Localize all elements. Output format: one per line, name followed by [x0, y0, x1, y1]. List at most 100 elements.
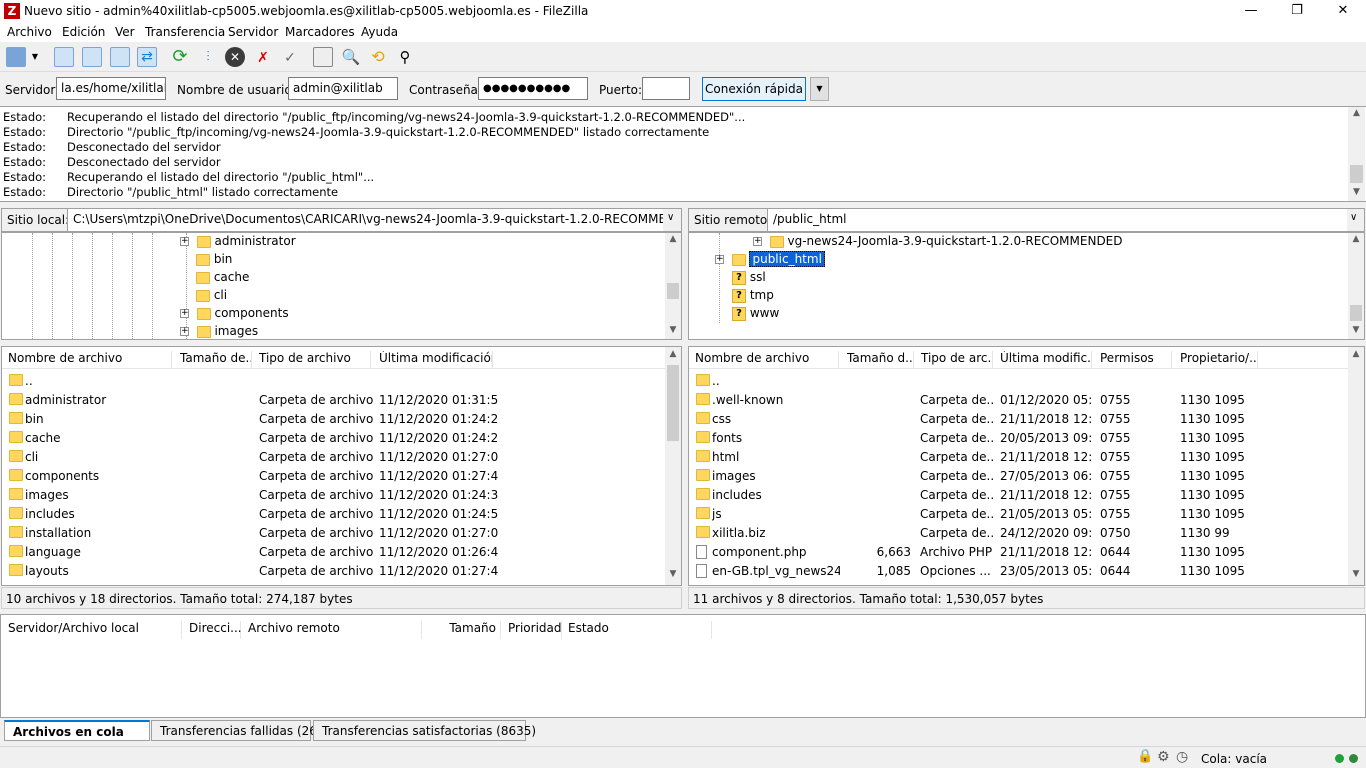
expand-icon[interactable]: + [180, 327, 189, 336]
local-tree-scrollbar[interactable]: ▲ ▼ [665, 233, 681, 339]
file-row[interactable]: xilitla.biz Carpeta de... 24/12/2020 09:..… [689, 523, 1364, 542]
local-list-scrollbar[interactable]: ▲ ▼ [665, 347, 681, 585]
expand-icon[interactable]: + [715, 255, 724, 264]
refresh-icon[interactable]: ⟳ [170, 47, 190, 67]
site-manager-dropdown-icon[interactable]: ▼ [28, 47, 42, 67]
file-row[interactable]: cli Carpeta de archivos 11/12/2020 01:27:0… [2, 447, 681, 466]
remote-list-scrollbar[interactable]: ▲ ▼ [1348, 347, 1364, 585]
file-row[interactable]: components Carpeta de archivos 11/12/2020 … [2, 466, 681, 485]
tree-item[interactable]: bin [196, 252, 232, 270]
menu-servidor[interactable]: Servidor [228, 25, 278, 39]
port-input[interactable] [642, 77, 690, 100]
close-button[interactable]: ✕ [1320, 0, 1366, 23]
menu-marcadores[interactable]: Marcadores [285, 25, 355, 39]
file-row[interactable]: css Carpeta de... 21/11/2018 12:... 0755 113… [689, 409, 1364, 428]
file-row[interactable]: en-GB.tpl_vg_news24.... 1,085 Opciones ...… [689, 561, 1364, 580]
toggle-remote-tree-icon[interactable] [110, 47, 130, 67]
speed-limit-icon[interactable]: ◷ [1176, 750, 1188, 764]
tree-item[interactable]: ? www [732, 306, 779, 324]
tree-item[interactable]: cli [196, 288, 227, 306]
tab-successful-transfers[interactable]: Transferencias satisfactorias (8635) [313, 720, 536, 741]
tree-item[interactable]: + administrator [180, 234, 296, 252]
search-remote-icon[interactable]: ⚲ [395, 47, 415, 67]
maximize-button[interactable]: ❐ [1274, 0, 1320, 23]
tree-item[interactable]: + vg-news24-Joomla-3.9-quickstart-1.2.0-… [753, 234, 1123, 252]
remote-tree-scrollbar[interactable]: ▲ ▼ [1348, 233, 1364, 339]
col-type[interactable]: Tipo de archivo [253, 351, 371, 369]
file-row[interactable]: .. [689, 371, 1364, 390]
tree-item[interactable]: + images [180, 324, 258, 339]
col-modified[interactable]: Última modificación [373, 351, 493, 369]
col-direction[interactable]: Direcci... [183, 621, 242, 639]
file-row[interactable]: installation Carpeta de archivos 11/12/202… [2, 523, 681, 542]
local-path-input[interactable]: C:\Users\mtzpi\OneDrive\Documentos\CARIC… [67, 209, 663, 231]
file-row[interactable]: html Carpeta de... 21/11/2018 12:... 0755 11… [689, 447, 1364, 466]
password-input[interactable]: ●●●●●●●●●● [478, 77, 588, 100]
tab-queued-files[interactable]: Archivos en cola [4, 720, 150, 741]
server-input[interactable]: la.es/home/xilitlab [56, 77, 166, 100]
file-row[interactable]: js Carpeta de... 21/05/2013 05:... 0755 1130… [689, 504, 1364, 523]
menu-ayuda[interactable]: Ayuda [361, 25, 398, 39]
folder-icon [696, 507, 710, 519]
file-row[interactable]: cache Carpeta de archivos 11/12/2020 01:24… [2, 428, 681, 447]
file-row[interactable]: images Carpeta de archivos 11/12/2020 01:2… [2, 485, 681, 504]
file-row[interactable]: images Carpeta de... 27/05/2013 06:... 0755… [689, 466, 1364, 485]
site-manager-icon[interactable] [6, 47, 26, 67]
file-row[interactable]: administrator Carpeta de archivos 11/12/20… [2, 390, 681, 409]
col-priority[interactable]: Prioridad [502, 621, 562, 639]
col-permissions[interactable]: Permisos [1094, 351, 1172, 369]
reconnect-icon[interactable]: ✓ [280, 47, 300, 67]
tree-item[interactable]: cache [196, 270, 249, 288]
col-size[interactable]: Tamaño d... [841, 351, 914, 369]
col-modified[interactable]: Última modific... [994, 351, 1092, 369]
toggle-log-icon[interactable] [54, 47, 74, 67]
file-row[interactable]: .. [2, 371, 681, 390]
col-size[interactable]: Tamaño de... [174, 351, 252, 369]
menu-edicion[interactable]: Edición [62, 25, 105, 39]
col-filename[interactable]: Nombre de archivo [689, 351, 839, 369]
col-filename[interactable]: Nombre de archivo [2, 351, 172, 369]
col-size[interactable]: Tamaño [423, 621, 501, 639]
remote-path-input[interactable]: /public_html [767, 209, 1347, 231]
menu-transferencia[interactable]: Transferencia [145, 25, 225, 39]
file-row[interactable]: layouts Carpeta de archivos 11/12/2020 01:… [2, 561, 681, 580]
quickconnect-button[interactable]: Conexión rápida [702, 77, 806, 101]
minimize-button[interactable]: — [1228, 0, 1274, 23]
file-row[interactable]: language Carpeta de archivos 11/12/2020 01… [2, 542, 681, 561]
username-input[interactable]: admin@xilitlab [288, 77, 398, 100]
tab-failed-transfers[interactable]: Transferencias fallidas (26) [151, 720, 322, 741]
file-row[interactable]: bin Carpeta de archivos 11/12/2020 01:24:2… [2, 409, 681, 428]
remote-path-dropdown-icon[interactable]: ∨ [1350, 212, 1357, 223]
expand-icon[interactable]: + [180, 237, 189, 246]
toggle-local-tree-icon[interactable] [82, 47, 102, 67]
cancel-operation-icon[interactable]: ✕ [225, 47, 245, 67]
col-remote-file[interactable]: Archivo remoto [242, 621, 422, 639]
tree-item[interactable]: ? ssl [732, 270, 766, 288]
local-path-dropdown-icon[interactable]: ∨ [667, 212, 674, 223]
col-type[interactable]: Tipo de arc... [915, 351, 993, 369]
expand-icon[interactable]: + [180, 309, 189, 318]
col-state[interactable]: Estado [562, 621, 712, 639]
file-row[interactable]: component.php 6,663 Archivo PHP 21/11/2018 … [689, 542, 1364, 561]
file-row[interactable]: .well-known Carpeta de... 01/12/2020 05:..… [689, 390, 1364, 409]
tree-item[interactable]: ? tmp [732, 288, 774, 306]
sync-browsing-icon[interactable]: ⟲ [368, 47, 388, 67]
tree-item[interactable]: + components [180, 306, 289, 324]
menu-ver[interactable]: Ver [115, 25, 135, 39]
tree-item-selected[interactable]: + public_html [715, 251, 825, 270]
gear-icon[interactable]: ⚙ [1157, 750, 1170, 764]
file-row[interactable]: includes Carpeta de... 21/11/2018 12:... 07… [689, 485, 1364, 504]
process-queue-icon[interactable]: ⫶ [198, 47, 218, 67]
quickconnect-history-dropdown[interactable]: ▼ [810, 77, 829, 101]
directory-filter-icon[interactable] [313, 47, 333, 67]
file-row[interactable]: fonts Carpeta de... 20/05/2013 09:... 0755 1… [689, 428, 1364, 447]
disconnect-icon[interactable]: ✗ [253, 47, 273, 67]
log-scrollbar[interactable]: ▲ ▼ [1348, 107, 1365, 201]
file-row[interactable]: includes Carpeta de archivos 11/12/2020 01… [2, 504, 681, 523]
col-owner[interactable]: Propietario/... [1174, 351, 1258, 369]
col-local-file[interactable]: Servidor/Archivo local [2, 621, 182, 639]
menu-archivo[interactable]: Archivo [7, 25, 52, 39]
expand-icon[interactable]: + [753, 237, 762, 246]
toggle-queue-icon[interactable]: ⇄ [137, 47, 157, 67]
compare-directories-icon[interactable]: 🔍 [341, 47, 361, 67]
